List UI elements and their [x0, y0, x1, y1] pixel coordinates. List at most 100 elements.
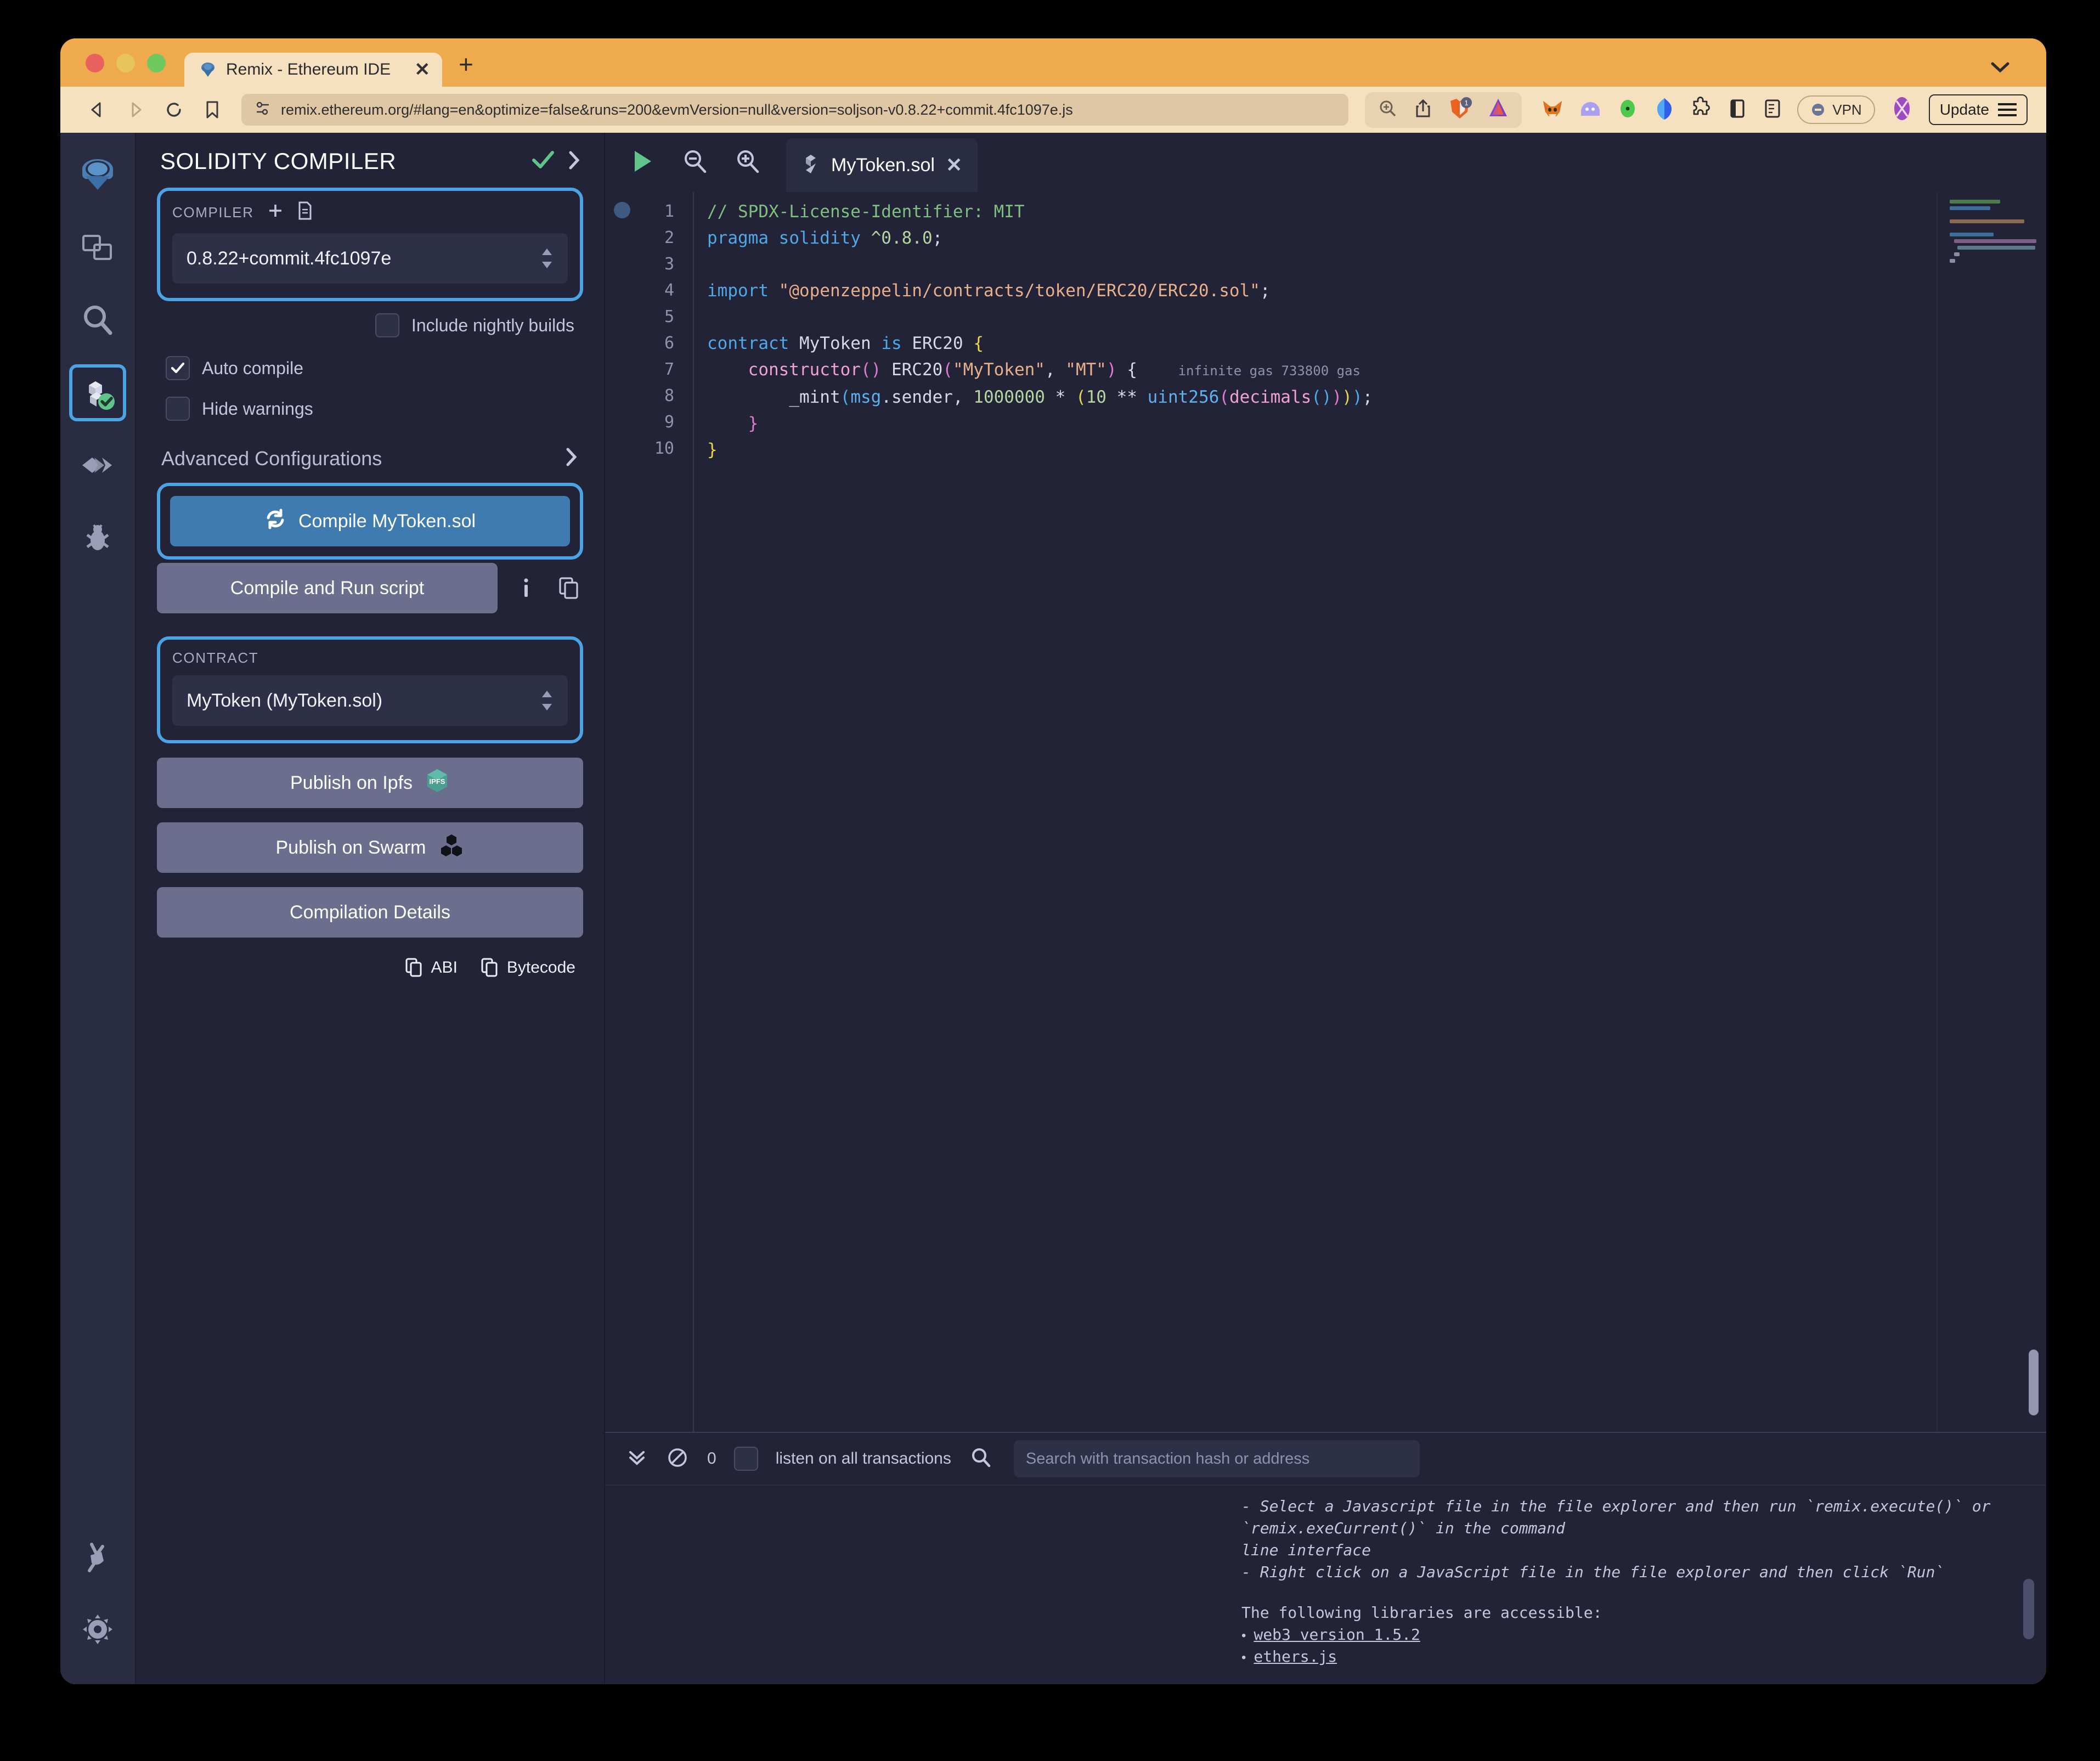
- bookmark-icon[interactable]: [195, 93, 229, 127]
- publish-on-ipfs-button[interactable]: Publish on Ipfs IPFS: [157, 758, 583, 808]
- swarm-icon: [438, 832, 465, 863]
- publish-on-swarm-button[interactable]: Publish on Swarm: [157, 822, 583, 873]
- sidebar-toggle-icon[interactable]: [1727, 97, 1748, 123]
- panel-header: SOLIDITY COMPILER: [136, 133, 604, 180]
- zoom-out-icon[interactable]: [681, 147, 709, 178]
- browser-menu-icon[interactable]: [1998, 103, 2017, 116]
- new-tab-button[interactable]: +: [442, 49, 473, 87]
- copy-bytecode-button[interactable]: Bytecode: [481, 957, 575, 978]
- vpn-status-icon: [1812, 104, 1825, 116]
- metamask-fox-icon[interactable]: [1540, 97, 1565, 123]
- copy-run-command-icon[interactable]: [555, 574, 583, 602]
- hide-warnings-option[interactable]: Hide warnings: [166, 397, 604, 421]
- compile-refresh-icon: [264, 508, 286, 535]
- terminal-search-placeholder: Search with transaction hash or address: [1025, 1449, 1310, 1468]
- line-number: 4: [664, 281, 674, 300]
- vpn-label: VPN: [1832, 101, 1862, 118]
- auto-compile-option[interactable]: Auto compile: [166, 356, 604, 380]
- zoom-in-icon[interactable]: [733, 147, 762, 178]
- advanced-configurations-toggle[interactable]: Advanced Configurations: [136, 421, 604, 471]
- tab-list-chevron-down-icon[interactable]: [1988, 59, 2012, 75]
- forward-button[interactable]: [118, 93, 153, 127]
- compile-and-run-row: Compile and Run script: [157, 563, 583, 613]
- puzzle-extensions-icon[interactable]: [1690, 96, 1713, 123]
- web3-library-link[interactable]: web3 version 1.5.2: [1254, 1624, 1420, 1646]
- reload-button[interactable]: [157, 93, 191, 127]
- include-nightly-builds-option[interactable]: Include nightly builds: [375, 313, 574, 337]
- line-number-gutter: 1 2 3 4 5 6 7 8 9 10: [605, 192, 693, 1432]
- compiler-select-stepper-icon[interactable]: [540, 247, 554, 269]
- terminal-line: - Select a Javascript file in the file e…: [1241, 1497, 1991, 1537]
- auto-compile-checkbox[interactable]: [166, 356, 190, 380]
- compiler-config-file-icon[interactable]: [297, 201, 313, 224]
- copy-abi-button[interactable]: ABI: [405, 957, 458, 978]
- reader-mode-icon[interactable]: [1762, 97, 1783, 123]
- editor-file-tab[interactable]: MyToken.sol ✕: [786, 138, 978, 192]
- add-custom-compiler-icon[interactable]: [266, 201, 285, 224]
- address-bar[interactable]: remix.ethereum.org/#lang=en&optimize=fal…: [241, 94, 1349, 126]
- sidebar-item-deploy-run[interactable]: [69, 437, 126, 494]
- remix-desktop-extension-icon[interactable]: [1487, 97, 1510, 123]
- compile-run-info-icon[interactable]: [512, 574, 540, 602]
- close-file-tab-button[interactable]: ✕: [946, 154, 962, 177]
- panel-expand-chevron-right-icon[interactable]: [566, 149, 582, 174]
- share-icon[interactable]: [1413, 98, 1433, 122]
- browser-tab[interactable]: Remix - Ethereum IDE ✕: [184, 53, 442, 87]
- code-line: contract MyToken is ERC20 {: [707, 334, 984, 353]
- listen-all-transactions-label: listen on all transactions: [775, 1449, 951, 1468]
- maximize-window-button[interactable]: [147, 54, 166, 72]
- window-controls: [60, 54, 184, 87]
- line-number: 8: [664, 386, 674, 405]
- editor-scrollbar-thumb[interactable]: [2029, 1350, 2039, 1415]
- contract-select-stepper-icon[interactable]: [540, 690, 554, 712]
- update-button[interactable]: Update: [1928, 94, 2028, 125]
- sidebar-item-settings[interactable]: [69, 1601, 126, 1658]
- minimize-window-button[interactable]: [116, 54, 135, 72]
- sidebar-item-file-explorer[interactable]: [69, 219, 126, 276]
- breakpoint-gutter-dot[interactable]: [614, 202, 630, 218]
- sidebar-item-remix-home[interactable]: [69, 147, 126, 204]
- sidebar-item-search[interactable]: [69, 292, 126, 349]
- code-editor[interactable]: 1 2 3 4 5 6 7 8 9 10 // SPDX-License-Ide…: [605, 192, 2046, 1432]
- terminal-output[interactable]: - Select a Javascript file in the file e…: [605, 1486, 2046, 1684]
- plug-icon: [88, 1543, 104, 1572]
- compiler-version-select[interactable]: 0.8.22+commit.4fc1097e: [172, 233, 568, 284]
- close-window-button[interactable]: [86, 54, 104, 72]
- vpn-button[interactable]: VPN: [1797, 95, 1875, 124]
- sidebar-item-solidity-compiler[interactable]: [69, 364, 126, 421]
- code-line: import "@openzeppelin/contracts/token/ER…: [707, 281, 1271, 301]
- back-button[interactable]: [80, 93, 114, 127]
- sidebar-item-plugin-manager[interactable]: [69, 1528, 126, 1585]
- close-tab-button[interactable]: ✕: [402, 59, 431, 81]
- terminal-search-input[interactable]: Search with transaction hash or address: [1013, 1440, 1420, 1477]
- browser-titlebar: Remix - Ethereum IDE ✕ +: [60, 38, 2046, 87]
- terminal-scrollbar-thumb[interactable]: [2023, 1579, 2034, 1639]
- advanced-configurations-chevron-right-icon[interactable]: [563, 446, 579, 471]
- brave-shields-icon[interactable]: 1: [1447, 97, 1472, 123]
- zoom-in-page-icon[interactable]: [1377, 98, 1399, 122]
- editor-minimap[interactable]: [1937, 192, 2046, 1432]
- compile-button[interactable]: Compile MyToken.sol: [170, 496, 570, 546]
- listen-all-transactions-checkbox[interactable]: [733, 1447, 758, 1471]
- collapse-terminal-icon[interactable]: [626, 1447, 648, 1471]
- blue-shield-extension-icon[interactable]: [1653, 97, 1675, 123]
- run-script-play-icon[interactable]: [627, 146, 657, 179]
- contract-select[interactable]: MyToken (MyToken.sol): [172, 675, 568, 726]
- compile-button-label: Compile MyToken.sol: [298, 510, 476, 532]
- code-content[interactable]: // SPDX-License-Identifier: MIT pragma so…: [693, 192, 1937, 1432]
- clear-terminal-icon[interactable]: [665, 1446, 690, 1472]
- compile-and-run-script-button[interactable]: Compile and Run script: [157, 563, 498, 613]
- green-circle-extension-icon[interactable]: [1616, 97, 1639, 123]
- profile-avatar[interactable]: [1889, 95, 1915, 125]
- copy-artifacts-row: ABI Bytecode: [136, 938, 604, 978]
- terminal-search-icon[interactable]: [969, 1446, 993, 1472]
- site-settings-icon[interactable]: [255, 100, 271, 120]
- compilation-details-button[interactable]: Compilation Details: [157, 887, 583, 938]
- ethers-library-link[interactable]: ethers.js: [1254, 1646, 1337, 1668]
- sidebar-item-debugger[interactable]: [69, 509, 126, 566]
- include-nightly-builds-checkbox[interactable]: [375, 313, 399, 337]
- hide-warnings-checkbox[interactable]: [166, 397, 190, 421]
- phantom-wallet-icon[interactable]: [1579, 97, 1602, 123]
- code-line: constructor() ERC20("MyToken", "MT") { i…: [748, 360, 1361, 380]
